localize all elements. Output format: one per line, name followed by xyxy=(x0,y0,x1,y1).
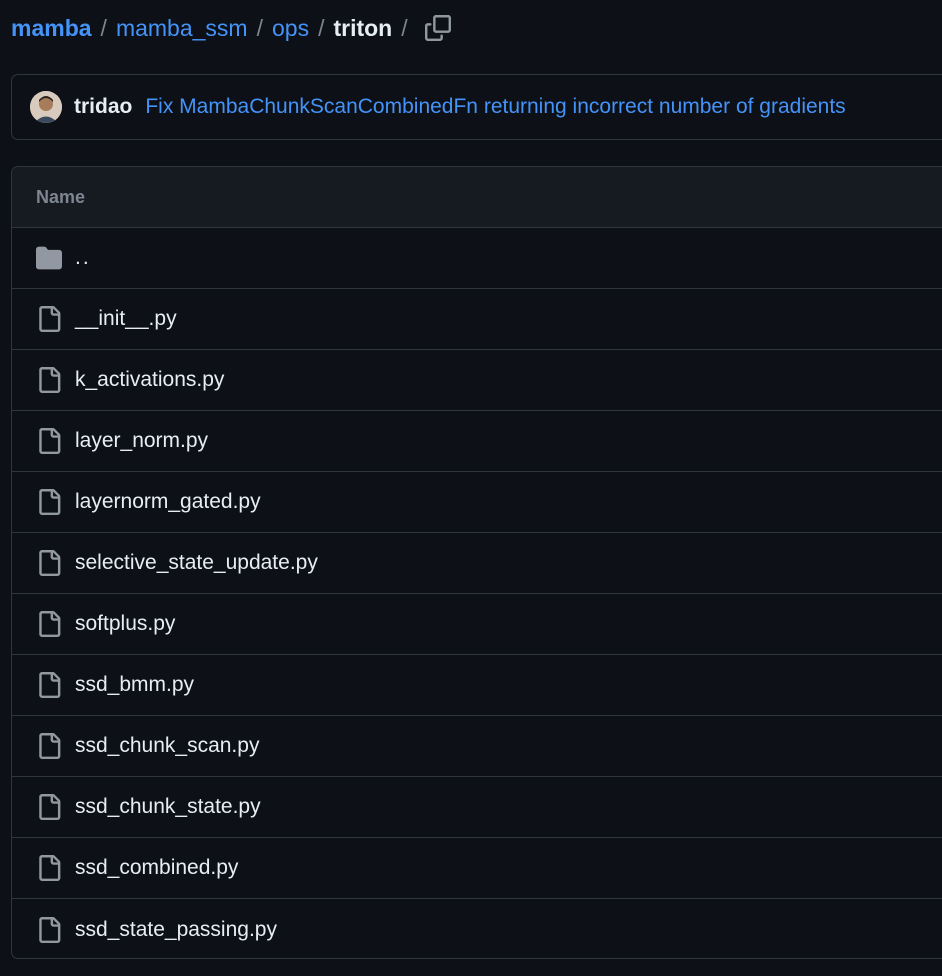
file-row[interactable]: ssd_chunk_scan.py xyxy=(12,716,942,777)
file-icon xyxy=(36,367,62,393)
breadcrumb-current-triton: triton xyxy=(333,14,393,41)
file-icon xyxy=(36,916,62,943)
file-name-link[interactable]: ssd_chunk_state.py xyxy=(75,795,261,819)
file-name-link[interactable]: softplus.py xyxy=(75,612,175,636)
breadcrumb-link-ops[interactable]: ops xyxy=(272,15,309,42)
file-name-link[interactable]: __init__.py xyxy=(75,307,177,331)
folder-icon xyxy=(36,245,62,271)
column-header-name: Name xyxy=(36,186,86,207)
file-row[interactable]: selective_state_update.py xyxy=(12,533,942,594)
breadcrumb-link-mamba-ssm[interactable]: mamba_ssm xyxy=(116,15,248,42)
file-name-link[interactable]: selective_state_update.py xyxy=(75,551,318,575)
file-row[interactable]: __init__.py xyxy=(12,289,942,350)
file-icon xyxy=(36,489,62,515)
breadcrumb-link-mamba[interactable]: mamba xyxy=(11,15,92,42)
file-name-link[interactable]: layernorm_gated.py xyxy=(75,490,261,514)
file-name-link[interactable]: ssd_combined.py xyxy=(75,856,238,880)
commit-message-link[interactable]: Fix MambaChunkScanCombinedFn returning i… xyxy=(145,95,845,119)
file-row[interactable]: softplus.py xyxy=(12,594,942,655)
breadcrumb-separator: / xyxy=(256,14,263,41)
breadcrumb-separator: / xyxy=(318,14,325,41)
breadcrumb-separator: / xyxy=(100,14,107,41)
breadcrumb: mamba / mamba_ssm / ops / triton / xyxy=(11,10,455,46)
file-name-link[interactable]: ssd_bmm.py xyxy=(75,673,194,697)
author-avatar[interactable] xyxy=(30,91,62,123)
file-row[interactable]: ssd_state_passing.py xyxy=(12,899,942,958)
file-row[interactable]: layer_norm.py xyxy=(12,411,942,472)
parent-directory-row[interactable]: .. xyxy=(12,228,942,289)
file-row[interactable]: k_activations.py xyxy=(12,350,942,411)
latest-commit-bar: tridao Fix MambaChunkScanCombinedFn retu… xyxy=(11,74,942,140)
file-icon xyxy=(36,855,62,881)
file-icon xyxy=(36,733,62,759)
file-icon xyxy=(36,794,62,820)
file-name-link[interactable]: k_activations.py xyxy=(75,368,224,392)
file-icon xyxy=(36,550,62,576)
file-name-link[interactable]: ssd_chunk_scan.py xyxy=(75,734,259,758)
file-row[interactable]: ssd_combined.py xyxy=(12,838,942,899)
avatar-image xyxy=(30,91,62,123)
file-row[interactable]: ssd_bmm.py xyxy=(12,655,942,716)
file-icon xyxy=(36,611,62,637)
file-row[interactable]: layernorm_gated.py xyxy=(12,472,942,533)
file-browser-page: mamba / mamba_ssm / ops / triton / trida… xyxy=(0,0,942,976)
file-row[interactable]: ssd_chunk_state.py xyxy=(12,777,942,838)
parent-directory-link[interactable]: .. xyxy=(75,246,91,270)
file-icon xyxy=(36,672,62,698)
table-header: Name xyxy=(12,167,942,228)
copy-path-button[interactable] xyxy=(421,11,455,45)
breadcrumb-separator: / xyxy=(401,14,408,41)
file-icon xyxy=(36,428,62,454)
file-icon xyxy=(36,306,62,332)
file-table: Name .. __init__.py k_activations.py lay… xyxy=(11,166,942,959)
file-name-link[interactable]: ssd_state_passing.py xyxy=(75,918,277,942)
file-name-link[interactable]: layer_norm.py xyxy=(75,429,208,453)
copy-icon xyxy=(424,15,451,41)
commit-author-link[interactable]: tridao xyxy=(74,95,132,119)
